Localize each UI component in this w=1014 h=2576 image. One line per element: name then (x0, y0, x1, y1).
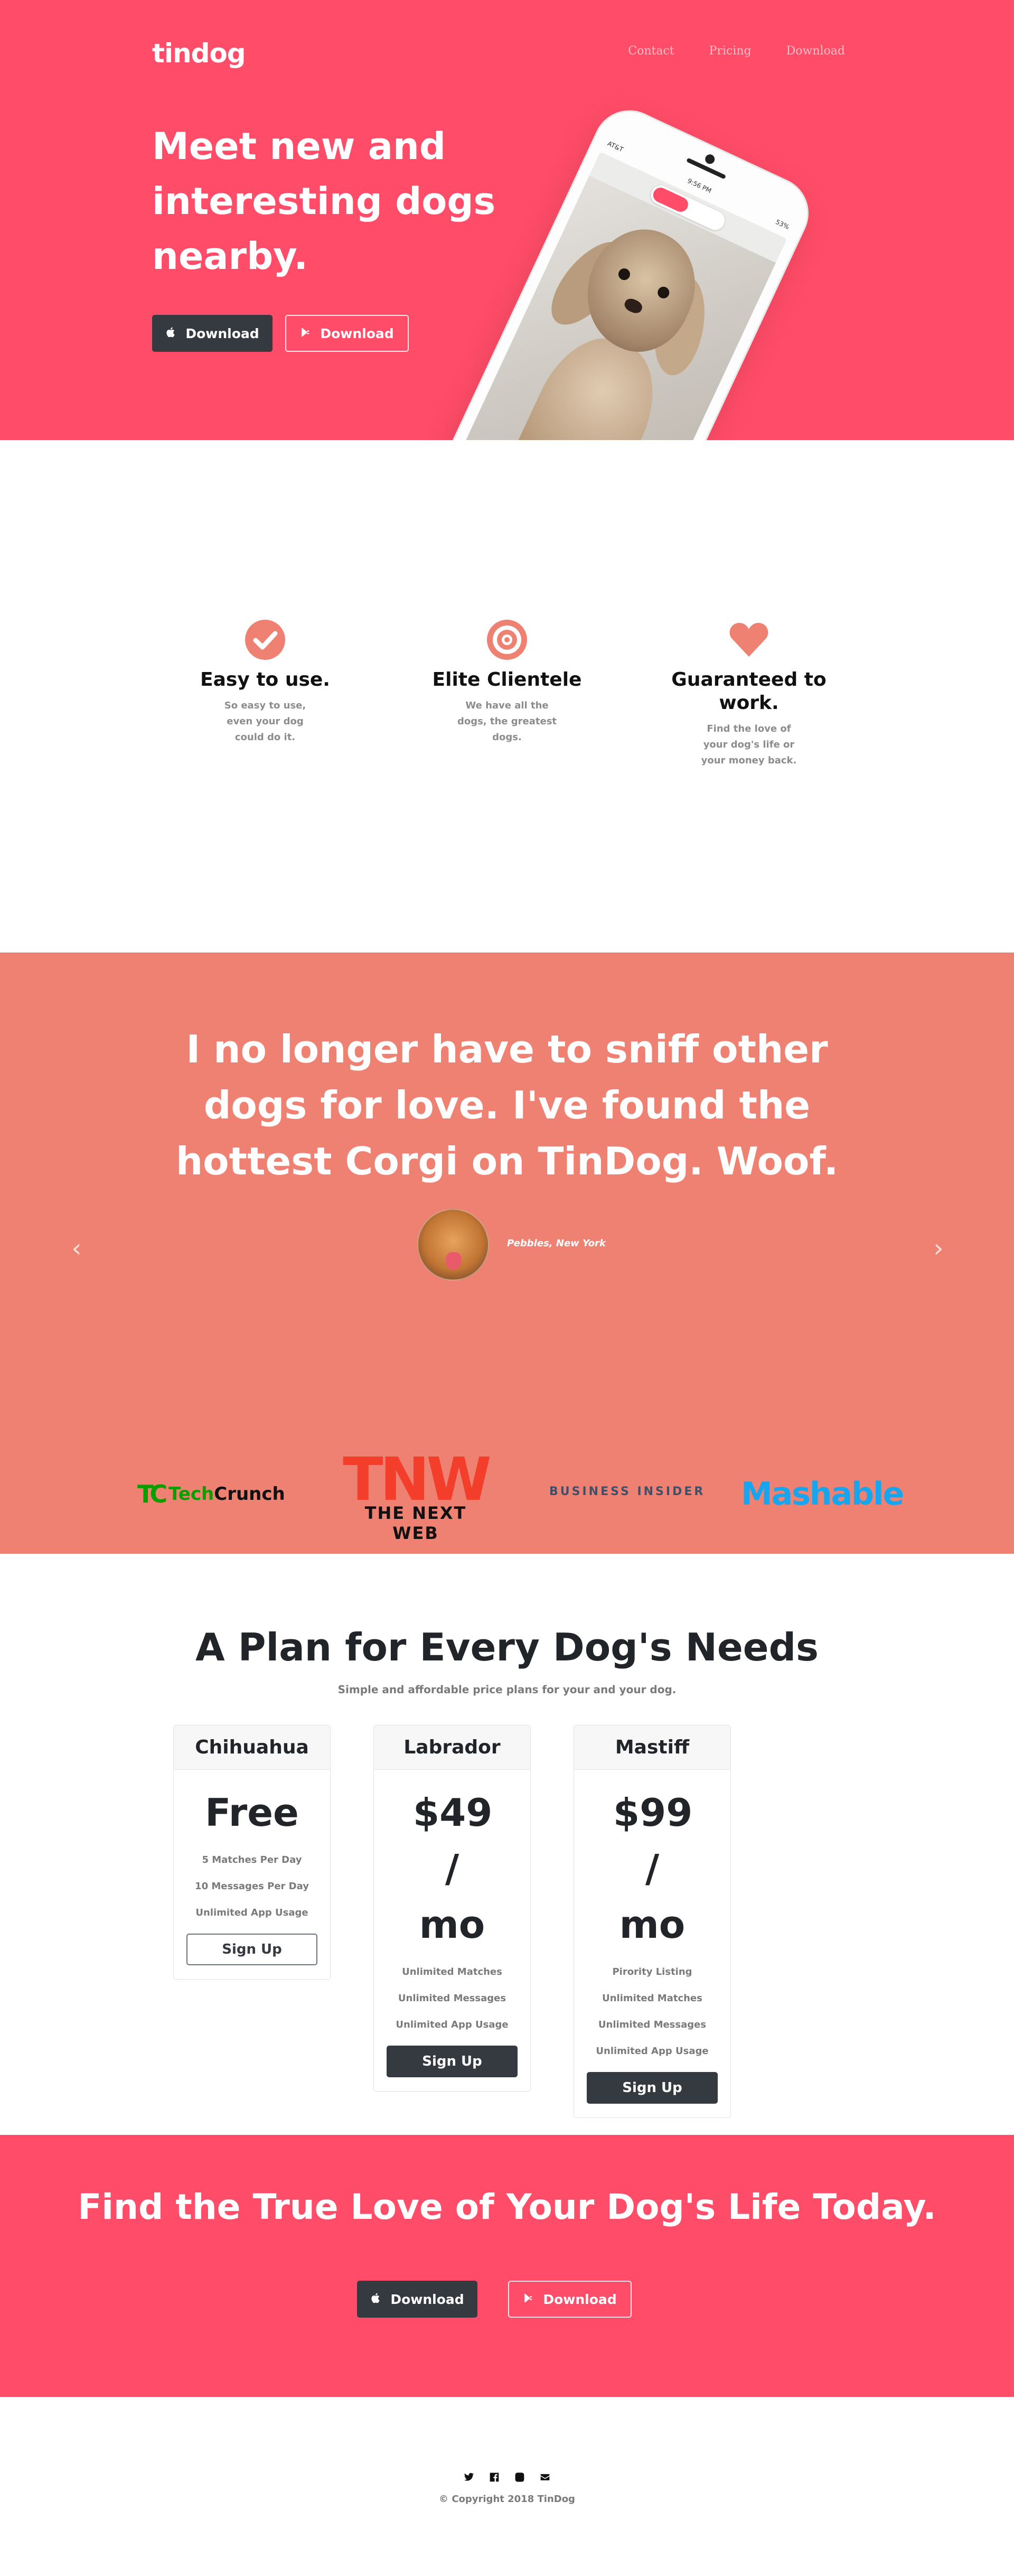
google-play-icon (523, 2292, 534, 2307)
phone-battery: 53% (774, 218, 791, 231)
plan-name: Mastiff (574, 1725, 730, 1770)
plan-feature: 5 Matches Per Day (202, 1854, 302, 1865)
phone-carrier: AT&T (606, 139, 625, 154)
feature-text: Find the love of your dog's life or your… (701, 723, 797, 766)
testimonial-avatar (417, 1209, 489, 1281)
hero-section: tindog Contact Pricing Download Meet new… (0, 0, 1014, 440)
plan-feature: Pirority Listing (612, 1966, 692, 1977)
sign-up-button[interactable]: Sign Up (387, 2046, 518, 2077)
feature-easy-to-use: Easy to use. So easy to use, even your d… (159, 619, 371, 745)
hero-title: Meet new and interesting dogs nearby. (152, 125, 496, 278)
plan-feature: Unlimited Matches (402, 1966, 502, 1977)
google-play-download-button[interactable]: Download (285, 315, 409, 352)
plan-card-labrador: Labrador $49 / mo Unlimited Matches Unli… (373, 1725, 531, 2092)
cta-title: Find the True Love of Your Dog's Life To… (78, 2187, 936, 2227)
sign-up-button[interactable]: Sign Up (186, 1934, 317, 1965)
apple-icon (370, 2292, 382, 2307)
app-store-download-button[interactable]: Download (357, 2281, 477, 2318)
plan-card-mastiff: Mastiff $99 / mo Pirority Listing Unlimi… (574, 1725, 731, 2118)
facebook-icon[interactable] (489, 2472, 500, 2482)
check-circle-icon (245, 620, 285, 660)
twitter-icon[interactable] (464, 2472, 474, 2482)
plan-feature: Unlimited App Usage (596, 2046, 709, 2057)
phone-time: 9:56 PM (686, 177, 713, 195)
feature-guaranteed: Guaranteed to work. Find the love of you… (643, 619, 855, 769)
pricing-subtitle: Simple and affordable price plans for yo… (337, 1683, 677, 1696)
heart-icon (729, 623, 768, 657)
press-logos: TC TechCrunch TNW THE NEXT WEB BUSINESS … (0, 1450, 1014, 1543)
feature-title: Guaranteed to work. (671, 669, 827, 714)
plan-card-chihuahua: Chihuahua Free 5 Matches Per Day 10 Mess… (173, 1725, 331, 1980)
feature-title: Elite Clientele (432, 669, 582, 690)
plan-name: Labrador (374, 1725, 530, 1770)
nav-contact[interactable]: Contact (628, 44, 674, 58)
nav-pricing[interactable]: Pricing (709, 44, 752, 58)
apple-icon (165, 326, 177, 341)
google-play-download-label: Download (543, 2291, 617, 2307)
brand-logo[interactable]: tindog (152, 38, 246, 69)
plan-name: Chihuahua (174, 1725, 330, 1770)
testimonials-section: ‹ › I no longer have to sniff other dogs… (0, 953, 1014, 1554)
feature-text: So easy to use, even your dog could do i… (224, 700, 306, 743)
google-play-download-button[interactable]: Download (508, 2281, 632, 2318)
bullseye-icon (487, 620, 527, 660)
testimonial-quote: I no longer have to sniff other dogs for… (175, 1027, 839, 1183)
plan-feature: Unlimited Messages (598, 2019, 707, 2030)
testimonial-author: Pebbles, New York (507, 1238, 606, 1249)
app-store-download-label: Download (390, 2291, 464, 2307)
carousel-next-button[interactable]: › (931, 1236, 946, 1261)
cta-download-buttons: Download Download (357, 2281, 632, 2318)
nav-download[interactable]: Download (786, 44, 845, 58)
copyright-text: © Copyright 2018 TinDog (439, 2494, 575, 2505)
tnw-logo: TNW THE NEXT WEB (343, 1445, 492, 1543)
pricing-section: A Plan for Every Dog's Needs Simple and … (0, 1554, 1014, 2135)
envelope-icon[interactable] (540, 2472, 550, 2482)
plan-price: Free (205, 1790, 299, 1835)
cta-section: Find the True Love of Your Dog's Life To… (0, 2135, 1014, 2397)
plan-feature: Unlimited App Usage (396, 2019, 509, 2030)
carousel-prev-button[interactable]: ‹ (69, 1236, 84, 1261)
pricing-title: A Plan for Every Dog's Needs (195, 1625, 819, 1669)
social-links (0, 2472, 1014, 2482)
plan-price: $99 / mo (613, 1790, 693, 1947)
footer: © Copyright 2018 TinDog (0, 2397, 1014, 2576)
google-play-download-label: Download (320, 325, 394, 341)
app-store-download-label: Download (185, 325, 259, 341)
feature-title: Easy to use. (200, 669, 330, 690)
sign-up-button[interactable]: Sign Up (587, 2072, 718, 2104)
hero-download-buttons: Download Download (152, 315, 409, 352)
phone-camera (703, 153, 717, 166)
plan-feature: 10 Messages Per Day (195, 1881, 309, 1892)
app-store-download-button[interactable]: Download (152, 315, 273, 352)
main-nav: Contact Pricing Download (628, 44, 845, 58)
techcrunch-logo: TC TechCrunch (137, 1480, 285, 1508)
mashable-logo: Mashable (741, 1476, 904, 1513)
feature-text: We have all the dogs, the greatest dogs. (457, 700, 557, 743)
plan-feature: Unlimited Messages (398, 1993, 506, 2004)
plan-feature: Unlimited Matches (602, 1993, 702, 2004)
instagram-icon[interactable] (514, 2472, 525, 2482)
plan-price: $49 / mo (413, 1790, 493, 1947)
feature-elite-clientele: Elite Clientele We have all the dogs, th… (401, 619, 613, 745)
features-section: Easy to use. So easy to use, even your d… (0, 440, 1014, 953)
business-insider-logo: BUSINESS INSIDER (549, 1485, 706, 1498)
plan-feature: Unlimited App Usage (195, 1907, 308, 1918)
google-play-icon (300, 326, 312, 341)
